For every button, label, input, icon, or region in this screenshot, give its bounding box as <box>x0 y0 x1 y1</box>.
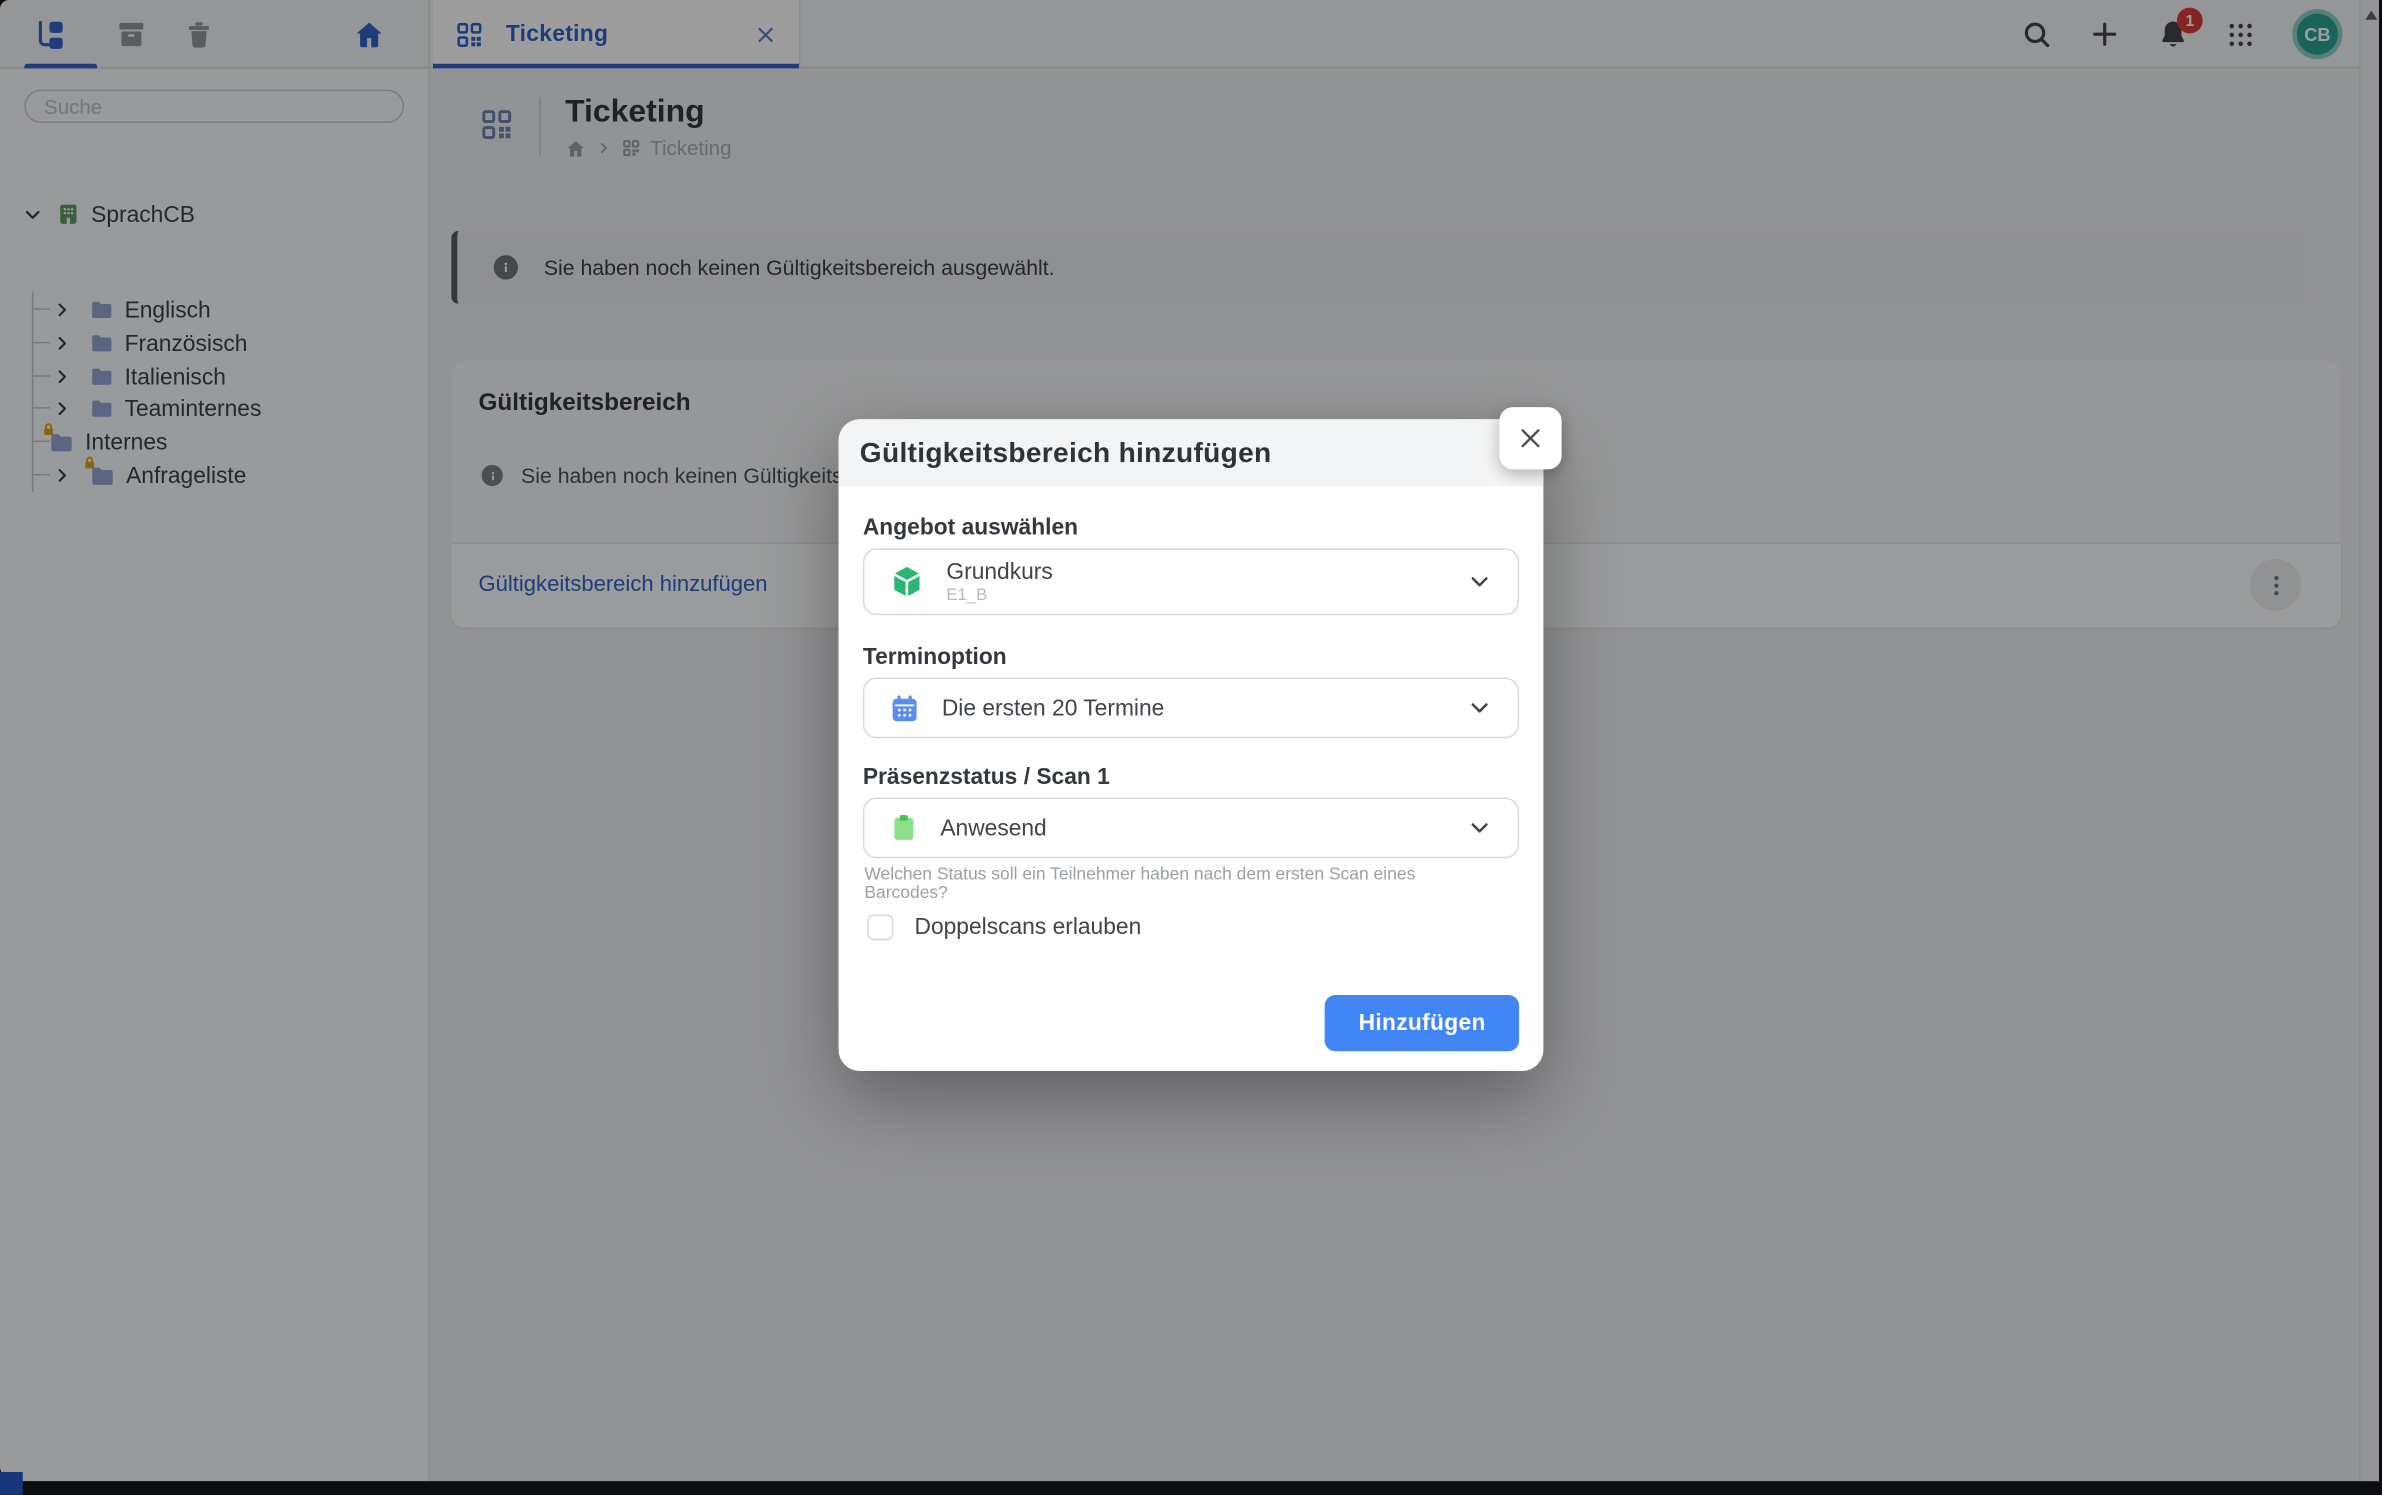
term-option-value: Die ersten 20 Termine <box>942 695 1165 721</box>
presence-status-help: Welchen Status soll ein Teilnehmer haben… <box>864 866 1502 902</box>
package-icon <box>889 564 925 600</box>
presence-status-label: Präsenzstatus / Scan 1 <box>863 764 1110 790</box>
offer-select[interactable]: Grundkurs E1_B <box>863 548 1519 615</box>
chevron-down-icon <box>1466 694 1493 721</box>
checkbox-label: Doppelscans erlauben <box>914 914 1141 940</box>
term-option-select[interactable]: Die ersten 20 Termine <box>863 678 1519 739</box>
checkbox[interactable] <box>867 914 893 940</box>
offer-label: Angebot auswählen <box>863 515 1078 541</box>
submit-button[interactable]: Hinzufügen <box>1325 995 1519 1051</box>
modal-title: Gültigkeitsbereich hinzufügen <box>860 436 1272 469</box>
modal-close-button[interactable] <box>1499 407 1561 469</box>
calendar-icon <box>889 692 921 724</box>
add-validity-scope-modal: Gültigkeitsbereich hinzufügen Angebot au… <box>839 419 1544 1071</box>
chevron-down-icon <box>1466 814 1493 841</box>
chevron-down-icon <box>1466 568 1493 595</box>
offer-value: Grundkurs <box>946 558 1052 584</box>
offer-sub: E1_B <box>946 586 1052 606</box>
presence-status-select[interactable]: Anwesend <box>863 798 1519 859</box>
double-scan-checkbox-row[interactable]: Doppelscans erlauben <box>867 914 1141 940</box>
modal-header: Gültigkeitsbereich hinzufügen <box>839 419 1544 486</box>
term-option-label: Terminoption <box>863 644 1007 670</box>
screen: Ticketing 1 <box>0 0 2382 1495</box>
clipboard-icon <box>889 813 919 843</box>
close-icon <box>1516 424 1545 453</box>
presence-status-value: Anwesend <box>940 815 1046 841</box>
